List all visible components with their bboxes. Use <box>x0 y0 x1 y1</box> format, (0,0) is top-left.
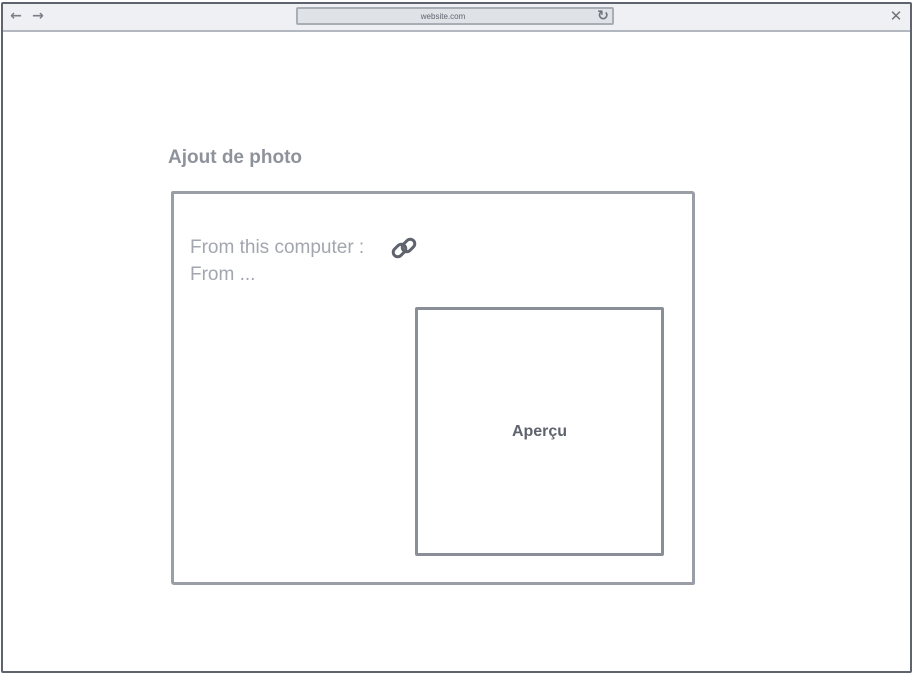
page-title: Ajout de photo <box>168 147 303 168</box>
close-icon[interactable]: ✕ <box>887 7 905 25</box>
reload-icon[interactable]: ↻ <box>595 8 611 24</box>
forward-arrow-icon[interactable]: → <box>29 7 47 25</box>
from-computer-option[interactable]: From this computer : <box>190 237 364 259</box>
back-arrow-icon[interactable]: ← <box>7 7 25 25</box>
preview-label: Aperçu <box>511 422 568 440</box>
from-other-option[interactable]: From ... <box>190 264 255 286</box>
browser-toolbar: ← → website.com ↻ ✕ <box>3 4 910 32</box>
link-icon[interactable] <box>389 233 419 263</box>
address-bar[interactable]: website.com ↻ <box>296 7 614 25</box>
url-text: website.com <box>420 11 466 21</box>
